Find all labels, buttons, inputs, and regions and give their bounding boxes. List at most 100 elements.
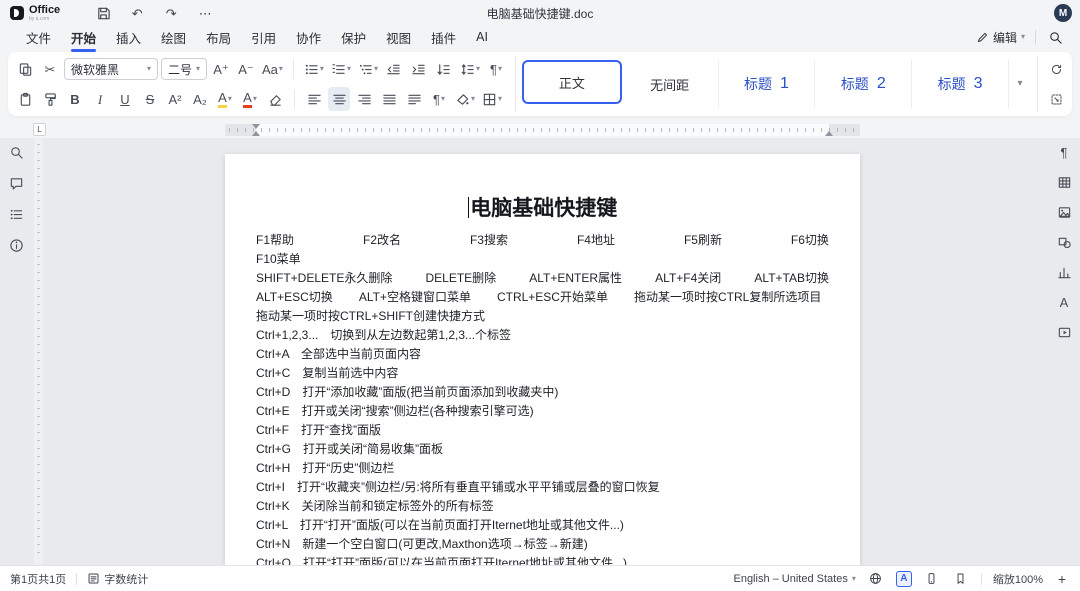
menu-item-插件[interactable]: 插件 — [421, 24, 466, 51]
chevron-down-icon: ▾ — [279, 65, 283, 73]
multilevel-list-button[interactable]: ▾ — [356, 57, 380, 81]
insert-media-button[interactable] — [1055, 323, 1073, 341]
menu-item-开始[interactable]: 开始 — [61, 24, 106, 51]
save-button[interactable] — [94, 4, 112, 22]
numbered-list-button[interactable]: ▾ — [329, 57, 353, 81]
highlight-color-button[interactable]: A▾ — [214, 87, 236, 111]
strikethrough-button[interactable]: S — [139, 87, 161, 111]
line-spacing-button[interactable]: ▾ — [458, 57, 482, 81]
chevron-down-icon: ▾ — [441, 95, 445, 103]
justify-icon — [382, 92, 397, 107]
zoom-level[interactable]: 缩放100% — [993, 571, 1043, 587]
doc-text-segment: F10菜单 — [256, 252, 301, 266]
doc-line: Ctrl+A 全部选中当前页面内容 — [256, 345, 829, 364]
zoom-in-button[interactable]: + — [1054, 571, 1070, 587]
style-item-无间距[interactable]: 无间距 — [622, 60, 719, 108]
insert-shape-button[interactable] — [1055, 233, 1073, 251]
menu-item-保护[interactable]: 保护 — [331, 24, 376, 51]
comments-button[interactable] — [7, 174, 25, 192]
info-button[interactable] — [7, 236, 25, 254]
search-button[interactable] — [1046, 28, 1064, 46]
paragraph-settings-button[interactable]: ¶ ▾ — [485, 57, 507, 81]
format-painter-button[interactable] — [39, 87, 61, 111]
clear-formatting-button[interactable] — [264, 87, 286, 111]
formatting-marks-button[interactable]: ¶ — [1055, 143, 1073, 161]
menu-item-绘图[interactable]: 绘图 — [151, 24, 196, 51]
doc-heading: 电脑基础快捷键 — [256, 192, 829, 222]
style-item-label: 标题 — [938, 74, 966, 94]
style-inspector-button[interactable] — [1046, 89, 1066, 109]
menu-item-插入[interactable]: 插入 — [106, 24, 151, 51]
insert-chart-button[interactable] — [1055, 263, 1073, 281]
tab-stop-selector[interactable]: L — [33, 123, 46, 136]
document-page[interactable]: 电脑基础快捷键 F1帮助F2改名F3搜索F4地址F5刷新F6切换F10菜单SHI… — [225, 154, 860, 565]
more-actions-button[interactable]: ⋯ — [196, 4, 214, 22]
app-logo: Office by a.com — [10, 5, 60, 22]
user-avatar[interactable]: M — [1054, 4, 1072, 22]
find-button[interactable] — [7, 143, 25, 161]
clipboard-button[interactable] — [14, 87, 36, 111]
doc-text-segment: Ctrl+E 打开或关闭“搜索”侧边栏(各种搜索引擎可选) — [256, 404, 534, 418]
menu-item-AI[interactable]: AI — [466, 26, 498, 48]
style-item-标题-1[interactable]: 标题1 — [719, 60, 816, 108]
align-right-button[interactable] — [353, 87, 375, 111]
menu-item-视图[interactable]: 视图 — [376, 24, 421, 51]
font-size-select[interactable]: 二号 ▾ — [161, 58, 207, 80]
distribute-button[interactable] — [403, 87, 425, 111]
doc-text-segment: ALT+ESC切换 — [256, 288, 333, 307]
underline-button[interactable]: U — [114, 87, 136, 111]
redo-button[interactable]: ↷ — [162, 4, 180, 22]
menu-item-布局[interactable]: 布局 — [196, 24, 241, 51]
insert-image-button[interactable] — [1055, 203, 1073, 221]
doc-line: SHIFT+DELETE永久删除DELETE删除ALT+ENTER属性ALT+F… — [256, 269, 829, 288]
superscript-button[interactable]: A² — [164, 87, 186, 111]
pilcrow-icon: ¶ — [433, 93, 440, 106]
bookmark-button[interactable] — [952, 570, 970, 588]
outline-button[interactable] — [7, 205, 25, 223]
italic-button[interactable]: I — [89, 87, 111, 111]
paste-button[interactable] — [14, 57, 36, 81]
insert-table-button[interactable] — [1055, 173, 1073, 191]
style-gallery-more-button[interactable]: ▾ — [1009, 60, 1031, 108]
increase-indent-button[interactable] — [408, 57, 430, 81]
align-center-button[interactable] — [328, 87, 350, 111]
align-left-button[interactable] — [303, 87, 325, 111]
justify-button[interactable] — [378, 87, 400, 111]
font-color-button[interactable]: A▾ — [239, 87, 261, 111]
shape-icon — [1057, 235, 1072, 250]
insert-wordart-button[interactable]: A — [1055, 293, 1073, 311]
sort-button[interactable] — [433, 57, 455, 81]
font-name-select[interactable]: 微软雅黑 ▾ — [64, 58, 158, 80]
styles-refresh-button[interactable] — [1046, 59, 1066, 79]
bold-button[interactable]: B — [64, 87, 86, 111]
page-indicator[interactable]: 第1页共1页 — [10, 571, 66, 587]
decrease-indent-button[interactable] — [383, 57, 405, 81]
menu-item-文件[interactable]: 文件 — [16, 24, 61, 51]
cut-button[interactable]: ✂ — [39, 57, 61, 81]
borders-button[interactable]: ▾ — [480, 87, 504, 111]
style-gallery-items: 正文 无间距 标题1标题2标题3 — [522, 60, 1009, 108]
subscript-button[interactable]: A₂ — [189, 87, 211, 111]
bullet-list-button[interactable]: ▾ — [302, 57, 326, 81]
spellcheck-toggle[interactable]: A — [896, 571, 912, 587]
language-selector[interactable]: English – United States ▾ — [733, 573, 855, 585]
style-item-标题-2[interactable]: 标题2 — [815, 60, 912, 108]
increase-font-button[interactable]: A⁺ — [210, 57, 232, 81]
word-count-button[interactable]: 字数统计 — [87, 571, 148, 587]
decrease-font-button[interactable]: A⁻ — [235, 57, 257, 81]
menu-item-引用[interactable]: 引用 — [241, 24, 286, 51]
distribute-icon — [407, 92, 422, 107]
change-case-button[interactable]: Aa▾ — [260, 57, 285, 81]
doc-line: Ctrl+N 新建一个空白窗口(可更改,Maxthon选项→标签→新建) — [256, 535, 829, 554]
doc-text-segment: F6切换 — [791, 231, 829, 250]
style-item-label: 无间距 — [650, 75, 689, 94]
text-direction-button[interactable]: ¶ ▾ — [428, 87, 450, 111]
undo-button[interactable]: ↶ — [128, 4, 146, 22]
menu-item-协作[interactable]: 协作 — [286, 24, 331, 51]
style-item-正文[interactable]: 正文 — [522, 60, 622, 104]
translate-button[interactable] — [867, 570, 885, 588]
shading-button[interactable]: ▾ — [453, 87, 477, 111]
edit-mode-button[interactable]: 编辑 ▾ — [976, 29, 1025, 46]
style-item-标题-3[interactable]: 标题3 — [912, 60, 1009, 108]
mobile-view-button[interactable] — [923, 570, 941, 588]
